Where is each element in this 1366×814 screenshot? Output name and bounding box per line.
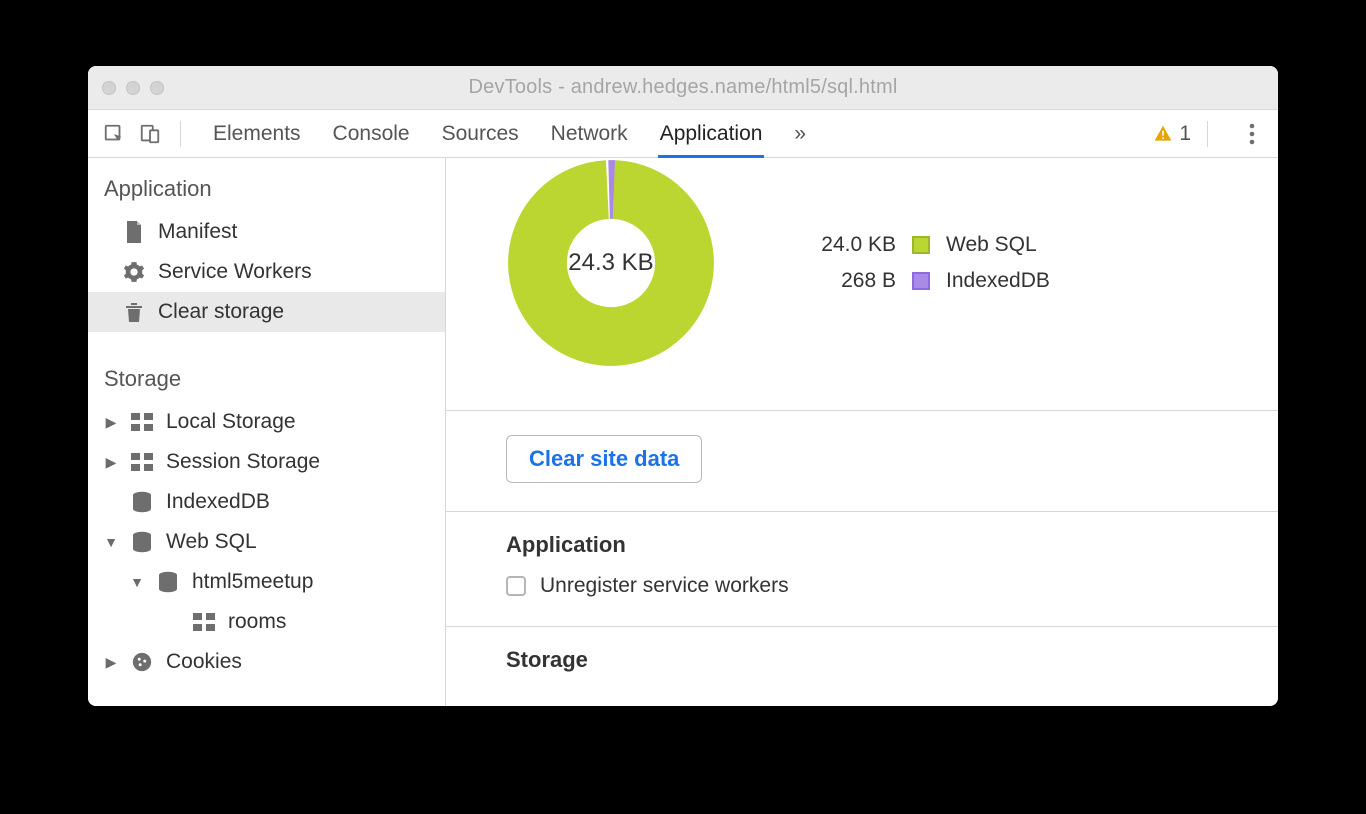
sidebar-item-indexeddb[interactable]: IndexedDB [88, 482, 445, 522]
toolbar-separator-2 [1207, 121, 1208, 147]
gear-icon [122, 260, 146, 284]
warning-icon [1153, 124, 1173, 144]
tab-network[interactable]: Network [551, 110, 628, 157]
sidebar-item-clear-storage[interactable]: Clear storage [88, 292, 445, 332]
usage-chart-section: 24.3 KB 24.0 KB Web SQL 268 B IndexedDB [446, 158, 1278, 411]
caret-right-icon: ▶ [104, 654, 118, 671]
sidebar-item-label: rooms [228, 610, 286, 634]
warnings-badge[interactable]: 1 [1153, 122, 1191, 146]
titlebar: DevTools - andrew.hedges.name/html5/sql.… [88, 66, 1278, 110]
caret-right-icon: ▶ [104, 454, 118, 471]
sidebar-item-label: Session Storage [166, 450, 320, 474]
clear-storage-panel: 24.3 KB 24.0 KB Web SQL 268 B IndexedDB [446, 158, 1278, 706]
legend-swatch-indexeddb [912, 272, 930, 290]
application-tree: Manifest Service Workers Clear storage [88, 212, 445, 332]
legend-value: 24.0 KB [786, 233, 896, 257]
usage-total: 24.3 KB [506, 158, 716, 368]
sidebar-item-label: Web SQL [166, 530, 257, 554]
manifest-icon [122, 220, 146, 244]
device-toggle-icon[interactable] [136, 120, 164, 148]
application-options-section: Application Unregister service workers [446, 512, 1278, 627]
sidebar-item-local-storage[interactable]: ▶ Local Storage [88, 402, 445, 442]
close-dot[interactable] [102, 81, 116, 95]
sidebar-item-service-workers[interactable]: Service Workers [88, 252, 445, 292]
zoom-dot[interactable] [150, 81, 164, 95]
sidebar-item-websql-table[interactable]: rooms [88, 602, 445, 642]
window-title: DevTools - andrew.hedges.name/html5/sql.… [88, 76, 1278, 99]
caret-right-icon: ▶ [104, 414, 118, 431]
panel-tabs: Elements Console Sources Network Applica… [213, 110, 806, 157]
sidebar-item-websql-db[interactable]: ▼ html5meetup [88, 562, 445, 602]
sidebar-item-cookies[interactable]: ▶ Cookies [88, 642, 445, 682]
sidebar-item-label: Local Storage [166, 410, 296, 434]
database-icon [130, 530, 154, 554]
devtools-toolbar: Elements Console Sources Network Applica… [88, 110, 1278, 158]
sidebar-item-label: Clear storage [158, 300, 284, 324]
sidebar-section-application: Application [88, 158, 445, 212]
sidebar-item-label: Service Workers [158, 260, 312, 284]
legend-swatch-websql [912, 236, 930, 254]
clear-action-section: Clear site data [446, 411, 1278, 512]
checkbox-label: Unregister service workers [540, 574, 789, 598]
devtools-window: DevTools - andrew.hedges.name/html5/sql.… [88, 66, 1278, 706]
trash-icon [122, 300, 146, 324]
tab-application[interactable]: Application [660, 110, 763, 157]
traffic-lights [102, 81, 164, 95]
caret-down-icon: ▼ [104, 534, 118, 550]
table-icon [130, 410, 154, 434]
usage-legend: 24.0 KB Web SQL 268 B IndexedDB [786, 227, 1050, 299]
minimize-dot[interactable] [126, 81, 140, 95]
table-icon [130, 450, 154, 474]
tabs-overflow[interactable]: » [794, 110, 806, 157]
clear-site-data-button[interactable]: Clear site data [506, 435, 702, 483]
caret-down-icon: ▼ [130, 574, 144, 590]
table-icon [192, 610, 216, 634]
sidebar-item-manifest[interactable]: Manifest [88, 212, 445, 252]
sidebar-item-websql[interactable]: ▼ Web SQL [88, 522, 445, 562]
storage-subheading: Storage [446, 627, 1278, 685]
tab-sources[interactable]: Sources [442, 110, 519, 157]
database-icon [130, 490, 154, 514]
sidebar-section-storage: Storage [88, 348, 445, 402]
inspect-icon[interactable] [100, 120, 128, 148]
checkbox-icon[interactable] [506, 576, 526, 596]
kebab-menu-icon[interactable] [1238, 120, 1266, 148]
database-icon [156, 570, 180, 594]
legend-item-indexeddb: 268 B IndexedDB [786, 263, 1050, 299]
sidebar-item-label: html5meetup [192, 570, 313, 594]
sidebar-item-session-storage[interactable]: ▶ Session Storage [88, 442, 445, 482]
legend-label: IndexedDB [946, 269, 1050, 293]
storage-options-section: Storage [446, 627, 1278, 685]
tab-elements[interactable]: Elements [213, 110, 301, 157]
application-sidebar: Application Manifest Service Workers [88, 158, 446, 706]
legend-label: Web SQL [946, 233, 1037, 257]
legend-item-websql: 24.0 KB Web SQL [786, 227, 1050, 263]
cookie-icon [130, 650, 154, 674]
sidebar-item-label: Manifest [158, 220, 237, 244]
unregister-sw-option[interactable]: Unregister service workers [446, 570, 1278, 626]
panel-body: Application Manifest Service Workers [88, 158, 1278, 706]
sidebar-item-label: Cookies [166, 650, 242, 674]
warning-count: 1 [1179, 122, 1191, 146]
legend-value: 268 B [786, 269, 896, 293]
storage-tree: ▶ Local Storage ▶ Session Storage Indexe… [88, 402, 445, 682]
toolbar-separator [180, 121, 181, 147]
application-subheading: Application [446, 512, 1278, 570]
usage-donut-chart: 24.3 KB [506, 158, 716, 368]
sidebar-item-label: IndexedDB [166, 490, 270, 514]
tab-console[interactable]: Console [333, 110, 410, 157]
